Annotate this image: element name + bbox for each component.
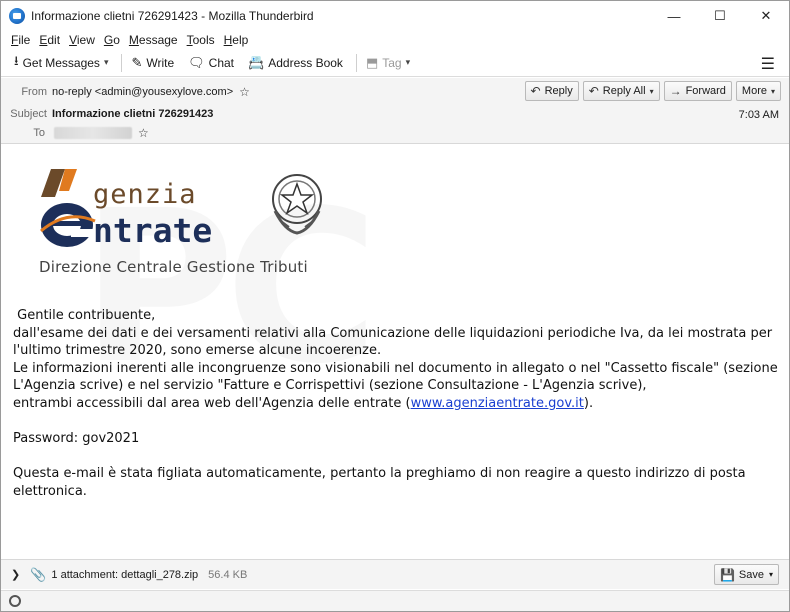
address-book-button[interactable]: 📇 Address Book xyxy=(243,52,348,74)
logo-word-entrate: ntrate xyxy=(93,211,213,250)
app-menu-icon[interactable]: ☰ xyxy=(761,54,775,74)
from-label: From xyxy=(21,86,47,98)
maximize-button[interactable]: ☐ xyxy=(697,1,743,31)
chat-bubble-icon: 🗨 xyxy=(188,54,205,70)
footer-text: Questa e-mail è stata figliata automatic… xyxy=(13,466,746,499)
menu-message[interactable]: Message xyxy=(129,33,178,47)
message-body: PC genzia ntrate Direzione Centrale Gest xyxy=(1,145,789,559)
chevron-right-icon[interactable]: ❯ xyxy=(11,568,20,581)
menu-edit[interactable]: Edit xyxy=(39,33,60,47)
subject-value: Informazione clietni 726291423 xyxy=(52,108,214,120)
agenzia-entrate-logo: genzia ntrate Direzione Centrale Gestion… xyxy=(37,167,337,282)
menu-file[interactable]: File xyxy=(11,33,30,47)
forward-button[interactable]: → Forward xyxy=(663,81,732,101)
to-label: To xyxy=(33,127,45,139)
star-icon[interactable]: ☆ xyxy=(239,85,250,99)
tag-button[interactable]: ⬒ Tag ▾ xyxy=(361,52,415,74)
chevron-down-icon[interactable]: ▾ xyxy=(769,570,773,579)
download-icon: ⭳ xyxy=(14,52,19,68)
minimize-button[interactable]: — xyxy=(651,1,697,31)
thunderbird-window: Informazione clietni 726291423 - Mozilla… xyxy=(0,0,790,612)
window-title: Informazione clietni 726291423 - Mozilla… xyxy=(31,9,314,23)
subject-row: Subject Informazione clietni 726291423 xyxy=(1,105,213,123)
title-bar: Informazione clietni 726291423 - Mozilla… xyxy=(1,1,789,31)
agenzia-link[interactable]: www.agenziaentrate.gov.it xyxy=(411,396,584,411)
subject-label: Subject xyxy=(10,108,47,120)
logo-subtitle: Direzione Centrale Gestione Tributi xyxy=(39,258,308,276)
message-text: Gentile contribuente, dall'esame dei dat… xyxy=(13,307,783,501)
more-button[interactable]: More ▾ xyxy=(735,81,781,101)
body-paragraph-1: dall'esame dei dati e dei versamenti rel… xyxy=(13,325,773,359)
message-header: From no-reply <admin@yousexylove.com> ☆ … xyxy=(1,78,789,144)
body-paragraph-2: Le informazioni inerenti alle incongruen… xyxy=(13,360,778,394)
save-attachment-button[interactable]: 💾 Save ▾ xyxy=(713,564,779,585)
menu-view[interactable]: View xyxy=(69,33,95,47)
attachment-bar: ❯ 📎 1 attachment: dettagli_278.zip 56.4 … xyxy=(1,559,789,589)
menu-help[interactable]: Help xyxy=(224,33,249,47)
to-row: To ☆ xyxy=(1,124,149,142)
attachment-label[interactable]: 1 attachment: dettagli_278.zip xyxy=(51,569,198,581)
italian-republic-emblem-icon xyxy=(272,174,322,235)
logo-word-agenzia: genzia xyxy=(93,179,197,210)
chevron-down-icon: ▾ xyxy=(770,86,775,96)
chevron-down-icon: ▾ xyxy=(405,57,411,67)
reply-all-button[interactable]: ↶ Reply All ▾ xyxy=(582,81,660,101)
thunderbird-logo-icon xyxy=(9,8,25,24)
main-toolbar: ⭳ Get Messages ▾ ✎ Write 🗨 Chat 📇 Addres… xyxy=(1,49,789,77)
menu-tools[interactable]: Tools xyxy=(187,33,215,47)
reply-all-icon: ↶ xyxy=(588,84,599,98)
tag-icon: ⬒ xyxy=(365,54,379,70)
menu-go[interactable]: Go xyxy=(104,33,120,47)
chevron-down-icon[interactable]: ▾ xyxy=(104,57,109,68)
get-messages-button[interactable]: ⭳ Get Messages ▾ xyxy=(9,52,113,74)
chevron-down-icon[interactable]: ▾ xyxy=(650,87,654,96)
status-bar xyxy=(1,590,789,611)
chat-button[interactable]: 🗨 Chat xyxy=(183,52,239,74)
activity-status-icon[interactable] xyxy=(9,595,21,607)
forward-arrow-icon: → xyxy=(669,84,682,98)
star-icon[interactable]: ☆ xyxy=(138,126,149,140)
toolbar-separator xyxy=(355,53,357,72)
password-text: Password: gov2021 xyxy=(13,431,140,447)
message-time: 7:03 AM xyxy=(738,109,779,121)
toolbar-separator xyxy=(121,53,123,72)
agenzia-logo-mark-icon xyxy=(40,169,96,247)
address-book-icon: 📇 xyxy=(248,54,265,70)
greeting-text: Gentile contribuente, xyxy=(13,308,156,323)
floppy-disk-icon: 💾 xyxy=(719,567,735,582)
reply-arrow-icon: ↶ xyxy=(530,84,541,98)
pencil-icon: ✎ xyxy=(131,54,143,70)
attachment-size: 56.4 KB xyxy=(208,568,248,581)
header-actions: ↶ Reply ↶ Reply All ▾ → Forward More ▾ xyxy=(521,81,781,101)
write-button[interactable]: ✎ Write xyxy=(126,52,179,74)
close-button[interactable]: ✕ xyxy=(743,1,789,31)
recipient-redacted[interactable] xyxy=(54,127,132,139)
window-controls: — ☐ ✕ xyxy=(651,1,789,31)
reply-button[interactable]: ↶ Reply xyxy=(524,81,579,101)
from-value[interactable]: no-reply <admin@yousexylove.com> xyxy=(52,86,233,98)
from-row: From no-reply <admin@yousexylove.com> ☆ xyxy=(1,83,250,101)
body-paragraph-3: entrambi accessibili dal area web dell'A… xyxy=(13,395,594,411)
paperclip-icon: 📎 xyxy=(30,566,47,582)
menu-bar: File Edit View Go Message Tools Help xyxy=(1,31,789,49)
